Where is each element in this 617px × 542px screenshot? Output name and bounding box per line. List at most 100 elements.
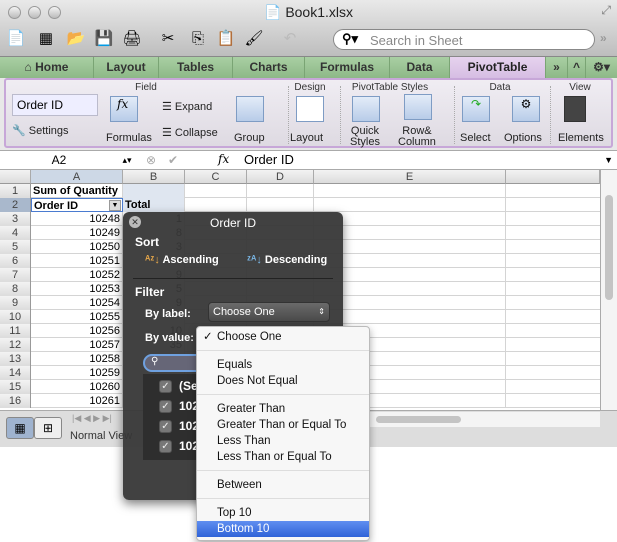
formulas-button[interactable]: Formulas	[106, 132, 152, 144]
tab-tables[interactable]: Tables	[159, 57, 233, 78]
row-header[interactable]: 6	[0, 254, 31, 268]
enter-icon[interactable]: ✔	[168, 153, 178, 167]
row-header[interactable]: 5	[0, 240, 31, 254]
row-header[interactable]: 11	[0, 324, 31, 338]
row-header[interactable]: 12	[0, 338, 31, 352]
row-column-icon[interactable]	[404, 94, 432, 120]
h-scroll-thumb[interactable]	[376, 416, 461, 423]
cell-a[interactable]: 10251	[31, 254, 123, 268]
tab-charts[interactable]: Charts	[233, 57, 305, 78]
new-document-icon[interactable]: 📄	[6, 29, 26, 49]
expand-formula-icon[interactable]: ▼	[604, 151, 613, 169]
cancel-icon[interactable]: ⊗	[146, 153, 156, 167]
group-button[interactable]: Group	[234, 132, 265, 144]
cell-c[interactable]	[185, 184, 247, 198]
row-header[interactable]: 2	[0, 198, 31, 212]
select-all-corner[interactable]	[0, 170, 31, 184]
row-header[interactable]: 1	[0, 184, 31, 198]
cell-d[interactable]	[247, 184, 314, 198]
undo-icon[interactable]: ↶	[280, 29, 300, 49]
name-box[interactable]: A2	[0, 151, 118, 169]
menu-item[interactable]: ✓ Choose One	[197, 329, 369, 345]
cell-a[interactable]: 10250	[31, 240, 123, 254]
options-button[interactable]: Options	[504, 132, 542, 144]
insert-function-button[interactable]: fx	[218, 152, 229, 166]
paste-icon[interactable]: 📋	[216, 29, 236, 49]
column-header-e[interactable]: E	[314, 170, 506, 184]
filter-item-checkbox[interactable]: ✓	[159, 420, 172, 433]
ribbon-settings-icon[interactable]: ⚙▾	[586, 57, 617, 78]
search-input[interactable]: ⚲▾ Search in Sheet	[333, 29, 595, 50]
collapse-ribbon-button[interactable]: ^	[568, 57, 586, 78]
tabs-overflow-button[interactable]: »	[546, 57, 568, 78]
print-icon[interactable]: 🖨	[122, 29, 142, 49]
cell-a[interactable]: 10259	[31, 366, 123, 380]
group-icon[interactable]	[236, 96, 264, 122]
page-layout-view-button[interactable]: ⊞	[34, 417, 62, 439]
cell-d[interactable]	[247, 198, 314, 212]
save-icon[interactable]: 💾	[94, 29, 114, 49]
elements-icon[interactable]	[564, 96, 586, 122]
sort-ascending-button[interactable]: ᴬᶻ↓ Ascending	[145, 254, 219, 266]
settings-button[interactable]: 🔧 Settings	[12, 124, 69, 137]
column-header-a[interactable]: A	[31, 170, 123, 184]
cell-a[interactable]: 10252	[31, 268, 123, 282]
cell-b[interactable]	[123, 184, 185, 198]
menu-item[interactable]: Between	[197, 477, 369, 493]
gallery-icon[interactable]: ▦	[36, 29, 56, 49]
cell-e[interactable]	[314, 198, 506, 212]
column-header-c[interactable]: C	[185, 170, 247, 184]
cell-e[interactable]	[314, 184, 506, 198]
row-header[interactable]: 16	[0, 394, 31, 408]
row-header[interactable]: 13	[0, 352, 31, 366]
cell-a[interactable]: Order ID ▼	[31, 198, 123, 212]
tab-data[interactable]: Data	[390, 57, 450, 78]
elements-button[interactable]: Elements	[558, 132, 604, 144]
select-icon[interactable]: ↷	[462, 96, 490, 122]
filter-item-checkbox[interactable]: ✓	[159, 440, 172, 453]
menu-item[interactable]: Equals	[197, 357, 369, 373]
tab-home[interactable]: ⌂ Home	[0, 57, 94, 78]
menu-item[interactable]: Greater Than	[197, 401, 369, 417]
filter-item-checkbox[interactable]: ✓	[159, 380, 172, 393]
cell-a[interactable]: 10248	[31, 212, 123, 226]
row-header[interactable]: 7	[0, 268, 31, 282]
cell-a[interactable]: 10261	[31, 394, 123, 408]
scroll-thumb[interactable]	[605, 195, 613, 300]
cell-a[interactable]: 10249	[31, 226, 123, 240]
menu-item[interactable]: Less Than or Equal To	[197, 449, 369, 465]
tab-layout[interactable]: Layout	[94, 57, 159, 78]
expand-button[interactable]: ☰ Expand	[162, 100, 212, 113]
formula-input[interactable]: Order ID	[244, 151, 294, 169]
field-name-input[interactable]: Order ID	[12, 94, 98, 116]
cell-a[interactable]: 10257	[31, 338, 123, 352]
cell-a[interactable]: 10260	[31, 380, 123, 394]
quick-styles-icon[interactable]	[352, 96, 380, 122]
cut-icon[interactable]: ✂	[158, 29, 178, 49]
column-header-d[interactable]: D	[247, 170, 314, 184]
quick-styles-button[interactable]: Quick Styles	[350, 126, 380, 148]
sort-descending-button[interactable]: ᶻᴬ↓ Descending	[247, 254, 327, 266]
fullscreen-icon[interactable]: ⤢	[601, 3, 611, 18]
sheet-nav-arrows[interactable]: |◀ ◀ ▶ ▶|	[72, 413, 112, 424]
column-header-b[interactable]: B	[123, 170, 185, 184]
filter-dropdown-button[interactable]: ▼	[109, 200, 121, 211]
tab-formulas[interactable]: Formulas	[305, 57, 390, 78]
cell-c[interactable]	[185, 198, 247, 212]
menu-item[interactable]: Does Not Equal	[197, 373, 369, 389]
row-header[interactable]: 8	[0, 282, 31, 296]
cell-a[interactable]: 10258	[31, 352, 123, 366]
formulas-icon[interactable]: fx	[110, 96, 138, 122]
menu-item[interactable]: Greater Than or Equal To	[197, 417, 369, 433]
row-header[interactable]: 14	[0, 366, 31, 380]
cell-a[interactable]: 10254	[31, 296, 123, 310]
menu-item[interactable]: Less Than	[197, 433, 369, 449]
horizontal-scrollbar[interactable]	[370, 412, 600, 427]
collapse-button[interactable]: ☰ Collapse	[162, 126, 218, 139]
column-header-f[interactable]	[506, 170, 600, 184]
open-icon[interactable]: 📂	[66, 29, 86, 49]
row-column-button[interactable]: Row& Column	[398, 126, 436, 148]
cell-a[interactable]: 10255	[31, 310, 123, 324]
toolbar-overflow-icon[interactable]: »	[600, 31, 607, 45]
select-button[interactable]: Select	[460, 132, 491, 144]
